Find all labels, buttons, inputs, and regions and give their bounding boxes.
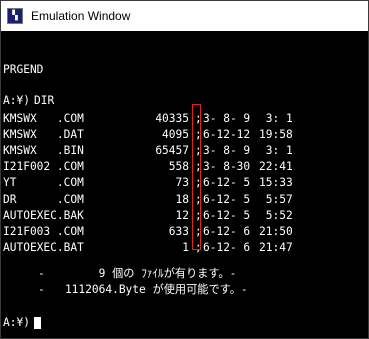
console-output-line: PRGEND (1, 62, 44, 78)
final-prompt-line: A:¥) (1, 315, 41, 331)
file-date: 6-12- 6 (203, 224, 251, 238)
summary-files-line: - 9 個の ﾌｧｲﾙが有ります。- (1, 266, 236, 282)
file-name: AUTOEXEC.BAK (3, 208, 84, 222)
file-date: 6-12- 5 (203, 208, 251, 222)
file-size: 558 (168, 160, 189, 174)
app-icon-glyph: ▚ (12, 10, 18, 21)
file-date: 6-12- 5 (203, 176, 251, 190)
command-text: DIR (34, 94, 55, 107)
file-name: YT .COM (3, 176, 84, 190)
file-row: KMSWX .DAT 4095; 6-12-12 19:58 (1, 127, 368, 143)
file-time: 3: 1 (259, 144, 293, 158)
file-time: 3: 1 (259, 112, 293, 125)
file-row: DR .COM 18; 6-12- 5 5:57 (1, 192, 368, 208)
file-time: 21:47 (259, 240, 293, 254)
file-name: I21F002 .COM (3, 160, 84, 174)
file-size: 633 (168, 224, 189, 238)
final-prompt-text: A:¥) (3, 316, 30, 329)
file-size: 18 (175, 192, 189, 206)
file-name: KMSWX .BIN (3, 144, 84, 158)
window-title: Emulation Window (31, 9, 131, 23)
separator-highlight-box (192, 104, 201, 250)
file-name: AUTOEXEC.BAT (3, 240, 84, 254)
file-count-text: - 9 個の ﾌｧｲﾙが有ります。- (38, 267, 237, 280)
emulator-app-icon[interactable]: ▚ (7, 8, 23, 24)
file-time: 19:58 (259, 128, 293, 142)
file-time: 5:57 (259, 192, 293, 206)
text-cursor (34, 317, 41, 329)
file-name: KMSWX .COM (3, 112, 84, 125)
file-date: 6-12-12 (203, 128, 251, 142)
file-size: 40335 (155, 112, 189, 125)
file-time: 15:33 (259, 176, 293, 190)
file-date: 6-12- 5 (203, 192, 251, 206)
free-bytes-text: - 1112064.Byte が使用可能です。- (38, 283, 248, 296)
file-size: 73 (175, 176, 189, 190)
file-row: KMSWX .BIN 65457; 3- 8- 9 3: 1 (1, 143, 368, 159)
file-row: I21F003 .COM 633; 6-12- 6 21:50 (1, 224, 368, 240)
file-row: KMSWX .COM 40335; 3- 8- 9 3: 1 (1, 111, 368, 127)
file-row: I21F002 .COM 558; 3- 8-30 22:41 (1, 159, 368, 175)
file-date: 3- 8- 9 (203, 112, 251, 125)
file-size: 12 (175, 208, 189, 222)
file-size: 1 (182, 240, 189, 254)
summary-bytes-line: - 1112064.Byte が使用可能です。- (1, 282, 248, 298)
file-date: 3- 8- 9 (203, 144, 251, 158)
command-line: A:¥) DIR (1, 93, 54, 109)
file-time: 5:52 (259, 208, 293, 222)
file-name: I21F003 .COM (3, 224, 84, 238)
file-date: 6-12- 6 (203, 240, 251, 254)
file-size: 4095 (162, 128, 189, 142)
file-name: KMSWX .DAT (3, 128, 84, 142)
program-end-text: PRGEND (3, 63, 44, 76)
file-name: DR .COM (3, 192, 84, 206)
file-row: AUTOEXEC.BAK 12; 6-12- 5 5:52 (1, 208, 368, 224)
file-size: 65457 (155, 144, 189, 158)
prompt-text: A:¥) (3, 94, 30, 107)
file-row: AUTOEXEC.BAT 1; 6-12- 6 21:47 (1, 240, 368, 256)
console-area[interactable]: PRGEND A:¥) DIR KMSWX .COM 40335; 3- 8- 9 … (1, 31, 368, 338)
file-row: YT .COM 73; 6-12- 5 15:33 (1, 175, 368, 191)
emulation-window: ▚ Emulation Window PRGEND A:¥) DIR KMSWX… (0, 0, 369, 339)
file-time: 22:41 (259, 160, 293, 174)
title-bar[interactable]: ▚ Emulation Window (1, 1, 368, 31)
file-date: 3- 8-30 (203, 160, 251, 174)
file-time: 21:50 (259, 224, 293, 238)
